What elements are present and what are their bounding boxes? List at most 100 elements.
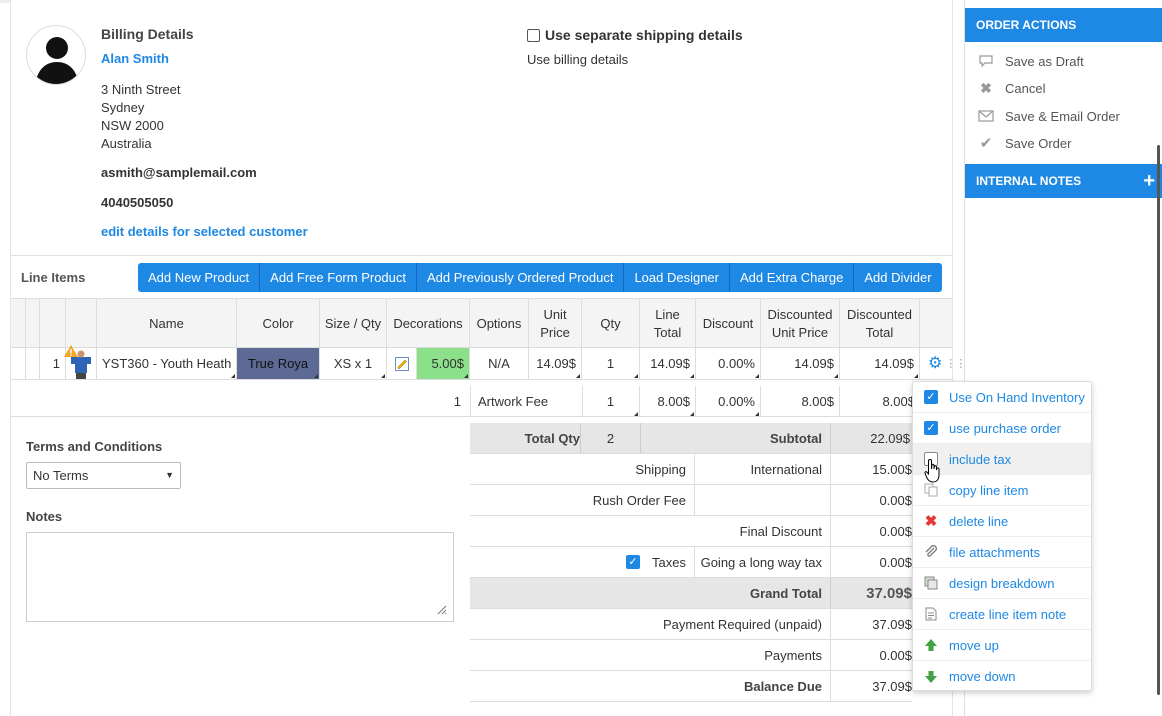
resize-handle-icon[interactable] [435,603,447,615]
decoration-edit-cell[interactable] [387,348,417,379]
size-qty-cell[interactable]: XS x 1 [320,348,387,379]
col-discount[interactable]: Discount [696,299,761,348]
menu-create-line-item-note[interactable]: create line item note [913,599,1091,630]
col-options[interactable]: Options [470,299,529,348]
menu-item-label: include tax [949,451,1012,467]
terms-select[interactable]: No Terms ▼ [26,462,181,489]
gear-icon[interactable]: ⚙ [928,355,942,372]
col-unit-price[interactable]: Unit Price [529,299,582,348]
save-as-draft-label: Save as Draft [1005,53,1084,69]
row-actions-cell: ⚙ ⋮⋮ [920,348,966,379]
discounted-total-cell[interactable]: 14.09$ [840,348,920,379]
line-item-row[interactable]: 1 YST360 - Youth Heath True Roya XS x 1 … [11,345,966,380]
artwork-fee-row[interactable]: 1 Artwork Fee 1 8.00$ 0.00% 8.00$ 8.00$ [11,386,952,417]
rush-fee-value[interactable]: 0.00$ [831,485,912,515]
edit-decoration-icon[interactable] [394,356,409,371]
customer-name-link[interactable]: Alan Smith [101,51,169,66]
shipping-value[interactable]: 15.00$ [831,454,912,484]
save-and-email-button[interactable]: Save & Email Order [977,106,1120,126]
shipping-toggle[interactable]: Use separate shipping details [527,27,743,43]
product-thumbnail[interactable] [64,345,97,379]
shipping-note: Use billing details [527,52,629,67]
terms-selected-value: No Terms [33,468,89,483]
menu-item-label: move down [949,669,1016,684]
customer-email: asmith@samplemail.com [101,165,257,180]
taxes-row: ✓ Taxes Going a long way tax 0.00$ [470,547,912,578]
taxes-toggle[interactable]: ✓ Taxes [470,547,695,577]
unit-price-cell[interactable]: 14.09$ [529,348,582,379]
checkbox-checked-icon[interactable]: ✓ [924,421,938,435]
chevron-down-icon: ▼ [165,470,174,480]
shipping-checkbox[interactable] [527,28,540,42]
col-size-qty[interactable]: Size / Qty [320,299,387,348]
subtotal-label: Subtotal [641,423,831,453]
menu-item-label: file attachments [949,544,1041,560]
col-name[interactable]: Name [97,299,237,348]
save-as-draft-button[interactable]: Save as Draft [977,51,1084,71]
shipping-method[interactable]: International [695,454,831,484]
artwork-disc-total-cell[interactable]: 8.00$ [840,386,920,417]
scrollbar[interactable] [1157,145,1160,695]
cancel-button[interactable]: ✖ Cancel [977,78,1045,98]
artwork-discount-cell[interactable]: 0.00% [696,386,761,417]
discounted-unit-price-cell[interactable]: 14.09$ [761,348,840,379]
artwork-price-cell[interactable]: 8.00$ [640,386,696,417]
rush-fee-row: Rush Order Fee 0.00$ [470,485,912,516]
add-free-form-product-button[interactable]: Add Free Form Product [260,263,417,292]
menu-use-on-hand-inventory[interactable]: ✓ Use On Hand Inventory [913,382,1091,413]
final-discount-label: Final Discount [470,516,831,546]
menu-move-down[interactable]: move down [913,661,1091,692]
payments-value: 0.00$ [879,647,912,663]
product-name-cell[interactable]: YST360 - Youth Heath [97,348,237,379]
payments-row: Payments 0.00$ [470,640,912,671]
checkbox-checked-icon[interactable]: ✓ [924,390,938,404]
col-line-total[interactable]: Line Total [640,299,696,348]
qty-cell[interactable]: 1 [582,348,640,379]
notes-label: Notes [26,509,63,524]
divider [11,255,952,256]
person-silhouette-icon [35,37,79,84]
menu-design-breakdown[interactable]: design breakdown [913,568,1091,599]
options-cell: N/A [470,348,529,379]
col-spacer [26,299,40,348]
add-divider-button[interactable]: Add Divider [854,263,942,292]
menu-item-label: move up [949,637,999,653]
drag-handle-icon[interactable]: ⋮⋮ [945,358,966,369]
discount-cell[interactable]: 0.00% [696,348,761,379]
save-order-button[interactable]: ✔ Save Order [977,133,1072,153]
edit-customer-link[interactable]: edit details for selected customer [101,224,308,239]
menu-item-label: design breakdown [949,575,1055,591]
billing-heading: Billing Details [101,26,194,42]
line-total-cell[interactable]: 14.09$ [640,348,696,379]
col-discounted-unit-price[interactable]: Discounted Unit Price [761,299,840,348]
balance-due-row: Balance Due 37.09$ [470,671,912,702]
add-new-product-button[interactable]: Add New Product [138,263,261,292]
notes-textarea[interactable] [26,532,454,622]
menu-use-purchase-order[interactable]: ✓ use purchase order [913,413,1091,444]
menu-move-up[interactable]: move up [913,630,1091,661]
menu-file-attachments[interactable]: file attachments [913,537,1091,568]
final-discount-value[interactable]: 0.00$ [831,516,912,546]
col-qty[interactable]: Qty [582,299,640,348]
artwork-qty-cell[interactable]: 1 [582,386,640,417]
delete-icon: ✖ [924,513,938,530]
add-previously-ordered-button[interactable]: Add Previously Ordered Product [417,263,625,292]
menu-delete-line[interactable]: ✖ delete line [913,506,1091,537]
billing-address: 3 Ninth Street Sydney NSW 2000 Australia [101,81,181,153]
address-line: Australia [101,136,152,151]
final-discount-row: Final Discount 0.00$ [470,516,912,547]
col-discounted-total[interactable]: Discounted Total [840,299,920,348]
paperclip-icon [923,544,939,560]
line-items-label: Line Items [21,270,86,285]
col-color[interactable]: Color [237,299,320,348]
add-extra-charge-button[interactable]: Add Extra Charge [730,263,855,292]
warning-icon[interactable] [64,345,78,357]
tax-name[interactable]: Going a long way tax [695,547,831,577]
add-note-icon[interactable]: + [1143,164,1155,198]
col-decorations[interactable]: Decorations [387,299,470,348]
decoration-price-cell[interactable]: 5.00$ [417,348,470,379]
product-color-cell[interactable]: True Roya [237,348,320,379]
taxes-checkbox[interactable]: ✓ [626,555,641,569]
menu-item-label: Use On Hand Inventory [949,389,1085,405]
load-designer-button[interactable]: Load Designer [624,263,730,292]
